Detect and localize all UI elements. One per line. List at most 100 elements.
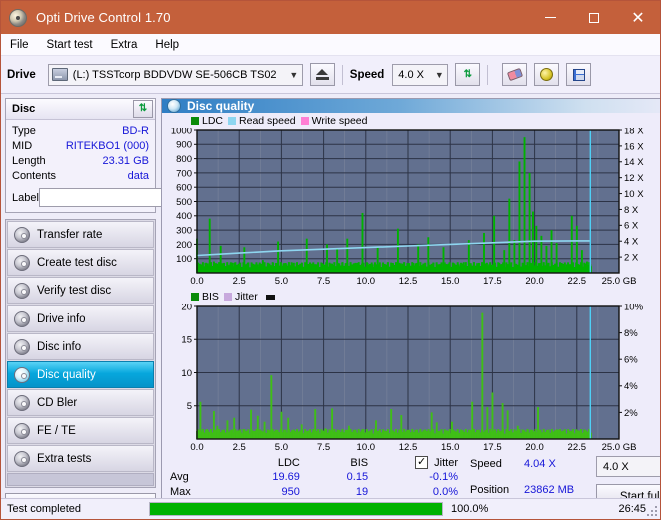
svg-text:10 X: 10 X [624, 189, 644, 200]
svg-text:200: 200 [176, 240, 192, 251]
disc-label-row: Label [12, 188, 241, 207]
bis-chart[interactable]: 5 10 15 20 2% 4% 6% 8% 10% 0.0 2.5 5.0 7.5 10.0 12.5 15… [164, 304, 660, 454]
menu-extra[interactable]: Extra [111, 37, 148, 53]
drive-label: Drive [7, 68, 36, 81]
jitter-checkbox[interactable]: ✓ [415, 456, 429, 469]
legend-swatch-read-speed [228, 117, 237, 125]
svg-text:0.0: 0.0 [190, 442, 203, 453]
disc-type-label: Type [12, 125, 36, 137]
svg-text:800: 800 [176, 154, 192, 165]
jitter-label: Jitter [434, 456, 458, 469]
disc-icon [14, 310, 30, 327]
run-position-label: Position [470, 484, 510, 496]
sidebar-item-drive-info[interactable]: Drive info [7, 305, 154, 332]
chevron-down-icon: ▼ [434, 69, 444, 80]
disc-row-length: Length 23.31 GB [12, 154, 149, 169]
chevron-down-icon: ▼ [289, 69, 299, 80]
legend-label: Jitter [234, 291, 258, 303]
disc-row-mid: MID RITEKBO1 (000) [12, 139, 149, 154]
disc-icon [14, 254, 30, 271]
svg-text:1000: 1000 [171, 128, 192, 136]
erase-button[interactable] [502, 63, 528, 86]
sidebar-item-transfer-rate[interactable]: Transfer rate [7, 221, 154, 248]
disc-mid-value: RITEKBO1 (000) [65, 140, 149, 152]
drive-select[interactable]: (L:) TSSTcorp BDDVDW SE-506CB TS02 ▼ [47, 63, 303, 86]
svg-text:17.5: 17.5 [483, 442, 502, 453]
disc-icon [14, 226, 30, 243]
svg-text:700: 700 [176, 168, 192, 179]
svg-text:4 X: 4 X [624, 237, 639, 248]
disc-type-value: BD-R [122, 125, 149, 137]
minimize-icon[interactable] [528, 1, 572, 34]
svg-text:10: 10 [181, 368, 192, 379]
legend-label: Write speed [311, 115, 368, 127]
bis-chart-legend: BIS Jitter [164, 290, 660, 304]
main-body: Disc ⇅ Type BD-R MID RITEKBO1 (000) Leng… [1, 94, 660, 519]
col-header-bis: BIS [350, 456, 369, 469]
svg-text:16 X: 16 X [624, 141, 644, 152]
ldc-chart[interactable]: 100 200 300 400 500 600 700 800 900 1000 2 X 4 X 6 X… [164, 128, 660, 288]
content-area: Disc quality LDC Read speed Write speed … [159, 94, 660, 519]
progress-bar [147, 499, 445, 520]
avg-ldc-value: 19.69 [272, 471, 300, 483]
menu-help[interactable]: Help [155, 37, 189, 53]
legend-label: LDC [202, 115, 224, 127]
speed-select[interactable]: 4.0 X ▼ [392, 63, 449, 86]
disc-length-value: 23.31 GB [102, 155, 149, 167]
legend-swatch-ldc [191, 117, 199, 125]
svg-text:20.0: 20.0 [525, 276, 544, 287]
maximize-icon[interactable] [572, 1, 616, 34]
svg-text:10%: 10% [624, 304, 644, 312]
svg-text:6 X: 6 X [624, 221, 639, 232]
legend-bis: BIS [191, 291, 219, 303]
disc-groupbox: Disc ⇅ Type BD-R MID RITEKBO1 (000) Leng… [5, 98, 241, 213]
test-speed-select[interactable]: 4.0 X ▼ [596, 456, 660, 477]
sidebar-item-disc-quality[interactable]: Disc quality [7, 361, 154, 388]
svg-text:25.0 GB: 25.0 GB [602, 442, 637, 453]
save-button[interactable] [566, 63, 592, 86]
progress-percent: 100.0% [451, 503, 489, 515]
svg-text:12 X: 12 X [624, 173, 644, 184]
sidebar-item-cd-bler[interactable]: CD Bler [7, 389, 154, 416]
disc-group-header: Disc ⇅ [6, 99, 155, 120]
menu-start-test[interactable]: Start test [47, 37, 103, 53]
svg-text:15.0: 15.0 [441, 276, 460, 287]
refresh-icon: ⇅ [463, 68, 472, 80]
legend-write-speed: Write speed [300, 115, 368, 127]
bookmark-button[interactable] [534, 63, 560, 86]
sidebar-item-extra-tests[interactable]: Extra tests [7, 445, 154, 472]
svg-text:20.0: 20.0 [525, 442, 544, 453]
svg-text:500: 500 [176, 197, 192, 208]
svg-text:25.0 GB: 25.0 GB [602, 276, 637, 287]
disc-refresh-button[interactable]: ⇅ [133, 100, 153, 118]
stats-corner [166, 456, 218, 470]
svg-text:8 X: 8 X [624, 205, 639, 216]
sidebar-item-label: Drive info [37, 312, 86, 325]
toolbar-divider-1 [341, 64, 343, 85]
sidebar-item-label: Extra tests [37, 452, 92, 465]
disc-quality-panel: Disc quality LDC Read speed Write speed … [161, 98, 660, 519]
sidebar-item-label: Verify test disc [37, 284, 112, 297]
svg-text:0.0: 0.0 [190, 276, 203, 287]
sidebar-item-create-test-disc[interactable]: Create test disc [7, 249, 154, 276]
charts-container: LDC Read speed Write speed 100 200 300 400 5… [162, 113, 660, 454]
close-icon[interactable]: ✕ [616, 1, 660, 34]
resize-grip[interactable] [647, 506, 657, 516]
run-speed-row: Speed 4.04 X [470, 456, 594, 472]
disc-icon [14, 338, 30, 355]
sidebar-item-disc-info[interactable]: Disc info [7, 333, 154, 360]
disc-icon [14, 450, 30, 467]
sidebar-item-fe-te[interactable]: FE / TE [7, 417, 154, 444]
menu-file[interactable]: File [10, 37, 39, 53]
eject-button[interactable] [309, 63, 335, 86]
sidebar-item-verify-test-disc[interactable]: Verify test disc [7, 277, 154, 304]
disc-icon [14, 394, 30, 411]
nav-spacer [7, 473, 154, 486]
panel-header: Disc quality [162, 99, 660, 113]
sidebar: Disc ⇅ Type BD-R MID RITEKBO1 (000) Leng… [1, 94, 241, 515]
svg-text:2%: 2% [624, 408, 638, 419]
refresh-button[interactable]: ⇅ [455, 63, 481, 86]
save-icon [572, 68, 585, 81]
ldc-chart-svg: 100 200 300 400 500 600 700 800 900 1000 2 X 4 X 6 X… [171, 128, 644, 287]
sidebar-item-label: Disc quality [37, 368, 96, 381]
